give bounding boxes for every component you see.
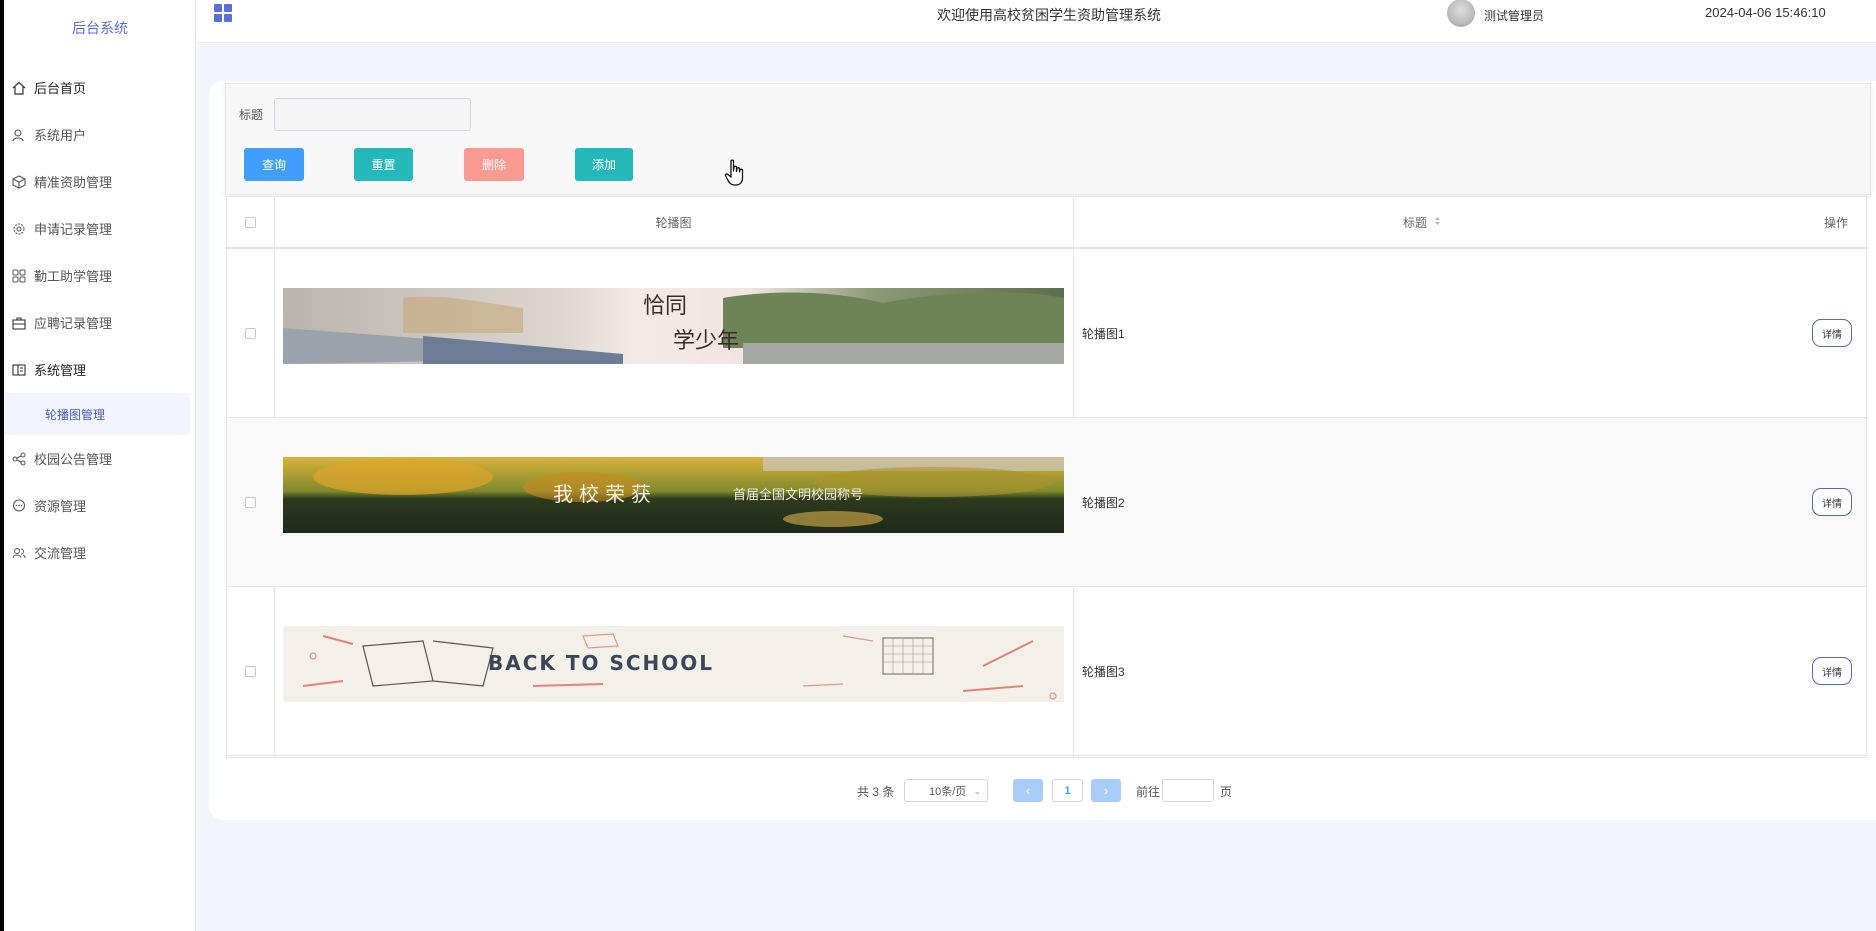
- sidebar-item-application-records[interactable]: 申请记录管理: [4, 205, 196, 252]
- cube-icon: [10, 173, 28, 191]
- gear-icon: [10, 220, 28, 238]
- page-header-title: 欢迎使用高校贫困学生资助管理系统: [937, 7, 1161, 23]
- sort-icon[interactable]: [1434, 215, 1441, 229]
- sidebar-item-label: 勤工助学管理: [34, 269, 113, 284]
- chevron-right-icon: ›: [1103, 783, 1109, 798]
- sidebar-item-work-study[interactable]: 勤工助学管理: [4, 252, 196, 299]
- sidebar-item-label: 资源管理: [34, 499, 87, 514]
- grid-icon: [10, 267, 28, 285]
- sidebar-item-aid-management[interactable]: 精准资助管理: [4, 158, 196, 205]
- carousel-image-1: 恰同 学少年: [283, 288, 1064, 364]
- column-header-title-label: 标题: [1402, 215, 1427, 230]
- goto-suffix: 页: [1220, 785, 1233, 799]
- sidebar-item-home[interactable]: 后台首页: [4, 64, 196, 111]
- goto-page-input[interactable]: [1162, 779, 1214, 802]
- home-icon: [10, 79, 28, 97]
- detail-button[interactable]: 详情: [1812, 488, 1852, 516]
- pagination: 共 3 条 10条/页 ⌄ ‹ 1 › 前往 页: [209, 779, 1876, 803]
- sidebar-item-communication[interactable]: 交流管理: [4, 529, 196, 576]
- column-header-title[interactable]: 标题: [1073, 197, 1771, 247]
- detail-button[interactable]: 详情: [1812, 657, 1852, 685]
- row-title: 轮播图2: [1082, 495, 1125, 510]
- svg-text:我校荣获: 我校荣获: [553, 482, 657, 506]
- chevron-left-icon: ‹: [1025, 783, 1031, 798]
- row-title: 轮播图1: [1082, 326, 1125, 341]
- column-header-image: 轮播图: [655, 215, 692, 230]
- sidebar-item-campus-notices[interactable]: 校园公告管理: [4, 435, 196, 482]
- delete-button[interactable]: 删除: [464, 148, 524, 181]
- svg-text:BACK TO SCHOOL: BACK TO SCHOOL: [488, 651, 714, 675]
- sidebar-item-label: 系统管理: [34, 363, 87, 378]
- reset-button[interactable]: 重置: [354, 148, 413, 181]
- table-header: 轮播图 标题 操作: [227, 197, 1866, 249]
- row-title: 轮播图3: [1082, 664, 1125, 679]
- sidebar-item-resources[interactable]: 资源管理: [4, 482, 196, 529]
- apps-grid-icon[interactable]: [213, 3, 233, 23]
- title-filter-label: 标题: [239, 108, 264, 122]
- users-icon: [10, 544, 28, 562]
- datetime: 2024-04-06 15:46:10: [1705, 5, 1826, 20]
- sidebar-item-label: 后台首页: [34, 81, 87, 96]
- table-row: 我校荣获 首届全国文明校园称号 轮播图2 详情: [227, 418, 1866, 587]
- row-check-cell: [227, 587, 274, 755]
- briefcase-icon: [10, 314, 28, 332]
- share-icon: [10, 450, 28, 468]
- sidebar-item-label: 申请记录管理: [34, 222, 113, 237]
- sidebar-item-job-applications[interactable]: 应聘记录管理: [4, 299, 196, 346]
- panel-icon: [10, 361, 28, 379]
- svg-text:学少年: 学少年: [673, 329, 739, 354]
- row-checkbox[interactable]: [245, 327, 256, 339]
- carousel-table: 轮播图 标题 操作 恰同 学少年 轮播图1 详情 我校荣获 首届全国文明校园称号…: [226, 196, 1867, 758]
- app-root: 后台系统 后台首页 系统用户 精准资助管理 申请记录管理 勤工助学管理 应聘记录…: [4, 0, 1876, 931]
- select-all-cell: [227, 197, 274, 247]
- page-size-value: 10条/页: [929, 785, 967, 798]
- prev-page-button[interactable]: ‹: [1013, 779, 1043, 802]
- goto-label: 前往: [1136, 785, 1161, 799]
- total-count: 共 3 条: [857, 785, 895, 799]
- column-header-actions: 操作: [1823, 215, 1848, 230]
- row-checkbox[interactable]: [245, 496, 256, 508]
- next-page-button[interactable]: ›: [1091, 779, 1121, 802]
- carousel-image-2: 我校荣获 首届全国文明校园称号: [283, 457, 1064, 533]
- select-all-checkbox[interactable]: [245, 216, 256, 228]
- sidebar-item-label: 系统用户: [34, 128, 87, 143]
- carousel-image-3: BACK TO SCHOOL: [283, 626, 1064, 702]
- chat-icon: [10, 497, 28, 515]
- chevron-down-icon: ⌄: [973, 786, 981, 796]
- svg-text:恰同: 恰同: [643, 294, 687, 319]
- sidebar-item-label: 应聘记录管理: [34, 316, 113, 331]
- detail-button[interactable]: 详情: [1812, 319, 1852, 347]
- filter-panel: 标题 查询 重置 删除 添加: [225, 83, 1871, 195]
- svg-text:首届全国文明校园称号: 首届全国文明校园称号: [733, 487, 863, 503]
- hand-cursor-icon: [724, 159, 746, 187]
- row-check-cell: [227, 418, 274, 586]
- content-card: 标题 查询 重置 删除 添加 轮播图 标题 操作 恰同 学少年 轮播图1 详情 …: [209, 81, 1876, 820]
- sidebar-subitem-carousel-management[interactable]: 轮播图管理: [4, 393, 190, 435]
- sidebar-item-label: 校园公告管理: [34, 452, 113, 467]
- sidebar-item-system-users[interactable]: 系统用户: [4, 111, 196, 158]
- avatar[interactable]: [1447, 0, 1475, 27]
- user-name[interactable]: 测试管理员: [1484, 7, 1544, 24]
- add-button[interactable]: 添加: [575, 148, 633, 181]
- brand-title: 后台系统: [72, 20, 128, 36]
- page-size-select[interactable]: 10条/页 ⌄: [904, 779, 988, 802]
- row-check-cell: [227, 249, 274, 417]
- sidebar: 后台系统 后台首页 系统用户 精准资助管理 申请记录管理 勤工助学管理 应聘记录…: [4, 0, 196, 931]
- page-number-1[interactable]: 1: [1052, 779, 1083, 802]
- search-button[interactable]: 查询: [244, 148, 304, 181]
- table-row: 恰同 学少年 轮播图1 详情: [227, 249, 1866, 418]
- user-icon: [10, 126, 28, 144]
- sidebar-item-label: 精准资助管理: [34, 175, 113, 190]
- row-checkbox[interactable]: [245, 665, 256, 677]
- sidebar-item-label: 交流管理: [34, 546, 87, 561]
- title-filter-input[interactable]: [274, 98, 471, 131]
- sidebar-menu: 后台首页 系统用户 精准资助管理 申请记录管理 勤工助学管理 应聘记录管理 系统…: [4, 64, 196, 576]
- table-row: BACK TO SCHOOL 轮播图3 详情: [227, 587, 1866, 756]
- sidebar-item-system-management[interactable]: 系统管理: [4, 346, 196, 393]
- top-header: 欢迎使用高校贫困学生资助管理系统 测试管理员 2024-04-06 15:46:…: [197, 0, 1876, 43]
